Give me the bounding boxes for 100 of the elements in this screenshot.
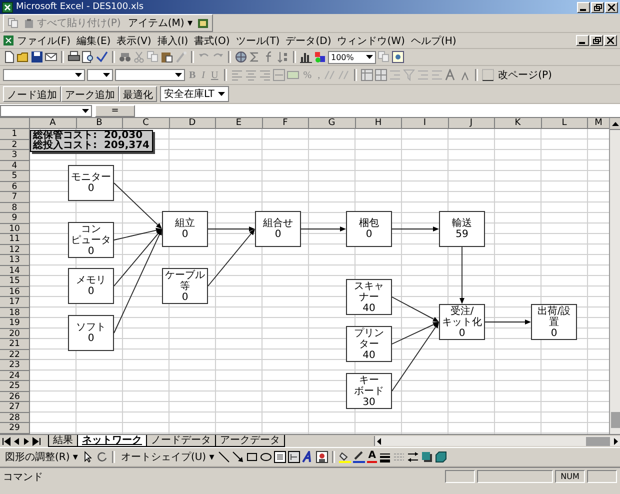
font-size-field[interactable]	[87, 69, 113, 81]
menu-item[interactable]: 書式(O)	[191, 34, 233, 48]
drawing-tools-icon[interactable]	[314, 51, 326, 63]
line-style-icon[interactable]	[379, 451, 392, 463]
arrow-icon[interactable]	[232, 451, 244, 463]
folder-icon[interactable]	[17, 51, 29, 63]
restore-button[interactable]	[590, 35, 603, 46]
row-header[interactable]: 10	[0, 224, 30, 234]
row-header[interactable]: 8	[0, 202, 30, 213]
pointer-icon[interactable]	[82, 451, 94, 463]
shadow-icon[interactable]	[421, 451, 434, 463]
select-all-button[interactable]	[0, 118, 30, 129]
row-header[interactable]: 12	[0, 244, 30, 255]
row-header[interactable]: 1	[0, 129, 30, 140]
scroll-thumb[interactable]	[610, 412, 620, 428]
printer-icon[interactable]	[68, 51, 80, 63]
table-icon[interactable]	[375, 69, 388, 81]
minimize-button[interactable]	[577, 2, 590, 12]
text-box-icon[interactable]	[274, 451, 286, 463]
arrow-style-icon[interactable]	[407, 451, 420, 463]
style-field[interactable]	[115, 69, 185, 81]
row-header[interactable]: 27	[0, 402, 30, 412]
equals-button[interactable]: =	[95, 104, 135, 116]
safety-stock-dropdown[interactable]: 安全在庫LT	[160, 86, 230, 102]
grow-font-icon[interactable]	[445, 69, 458, 81]
restore-button[interactable]	[591, 2, 604, 12]
toolbar-button[interactable]: 最適化	[119, 86, 157, 102]
text-box-icon[interactable]	[288, 451, 300, 463]
column-header[interactable]: L	[542, 118, 588, 129]
row-header[interactable]: 24	[0, 370, 30, 381]
row-header[interactable]: 22	[0, 350, 30, 360]
paste-icon[interactable]	[161, 51, 173, 63]
column-header[interactable]: B	[76, 118, 123, 129]
row-header[interactable]: 5	[0, 171, 30, 182]
row-header[interactable]: 25	[0, 381, 30, 392]
row-header[interactable]: 4	[0, 160, 30, 171]
column-header[interactable]: I	[402, 118, 448, 129]
column-header[interactable]: H	[356, 118, 402, 129]
rectangle-icon[interactable]	[246, 451, 258, 463]
row-header[interactable]: 15	[0, 276, 30, 286]
previous-sheet-icon[interactable]	[12, 436, 21, 446]
3d-box-icon[interactable]	[435, 451, 448, 463]
row-header[interactable]: 23	[0, 360, 30, 370]
scroll-thumb[interactable]	[586, 436, 610, 446]
pen-icon[interactable]	[353, 451, 366, 463]
help-icon[interactable]	[392, 51, 404, 63]
column-header[interactable]: J	[448, 118, 495, 129]
line-icon[interactable]	[218, 451, 230, 463]
row-header[interactable]: 13	[0, 255, 30, 266]
menu-item[interactable]: 挿入(I)	[154, 34, 192, 48]
menu-item[interactable]: データ(D)	[282, 34, 334, 48]
sort-icon[interactable]	[277, 51, 289, 63]
toolbar-button[interactable]: ノード追加	[3, 86, 61, 102]
column-header[interactable]: D	[170, 118, 216, 129]
toolbar-button[interactable]: アーク追加	[61, 86, 119, 102]
sheet-tab[interactable]: ネットワーク	[77, 435, 147, 447]
font-color-button[interactable]: A	[367, 451, 378, 463]
font-name-field[interactable]	[3, 69, 85, 81]
zoom-dropdown[interactable]: 100%	[328, 50, 376, 64]
row-header[interactable]: 21	[0, 339, 30, 350]
sheet-tab[interactable]: ノードデータ	[146, 435, 216, 447]
row-header[interactable]: 18	[0, 308, 30, 318]
horizontal-scrollbar[interactable]	[374, 436, 620, 446]
items-dropdown[interactable]: アイテム(M) ▾	[126, 16, 194, 30]
menu-item[interactable]: 編集(E)	[74, 34, 114, 48]
fill-bucket-icon[interactable]	[339, 451, 352, 463]
column-header[interactable]: F	[262, 118, 309, 129]
merge-cells-icon[interactable]	[273, 69, 286, 81]
oval-icon[interactable]	[260, 451, 272, 463]
borders-icon[interactable]	[482, 69, 494, 81]
menu-item[interactable]: ヘルプ(H)	[408, 34, 460, 48]
next-sheet-icon[interactable]	[22, 436, 31, 446]
column-header[interactable]: C	[123, 118, 170, 129]
row-header[interactable]: 11	[0, 234, 30, 244]
menu-item[interactable]: ツール(T)	[232, 34, 283, 48]
close-button[interactable]	[604, 35, 617, 46]
row-header[interactable]: 17	[0, 297, 30, 308]
spell-check-icon[interactable]	[96, 51, 108, 63]
row-header[interactable]: 6	[0, 182, 30, 192]
scroll-up-icon[interactable]	[612, 122, 618, 126]
column-header[interactable]: M	[588, 118, 609, 129]
row-header[interactable]: 26	[0, 392, 30, 402]
menu-item[interactable]: ウィンドウ(W)	[334, 34, 408, 48]
vertical-scrollbar[interactable]	[609, 118, 620, 434]
row-header[interactable]: 16	[0, 286, 30, 297]
row-header[interactable]: 3	[0, 150, 30, 160]
row-header[interactable]: 2	[0, 140, 30, 150]
page-break-button[interactable]: 改ページ(P)	[496, 68, 554, 82]
minimize-button[interactable]	[576, 35, 589, 46]
row-header[interactable]: 20	[0, 328, 30, 339]
binoculars-icon[interactable]	[119, 51, 131, 63]
row-header[interactable]: 9	[0, 213, 30, 224]
close-button[interactable]	[605, 2, 618, 12]
sheet-tab[interactable]: 結果	[48, 435, 78, 447]
row-header[interactable]: 7	[0, 192, 30, 202]
column-header[interactable]: E	[216, 118, 262, 129]
row-header[interactable]: 19	[0, 318, 30, 328]
new-page-icon[interactable]	[3, 51, 15, 63]
clip-art-icon[interactable]	[316, 451, 328, 463]
rotate-icon[interactable]	[96, 451, 108, 463]
